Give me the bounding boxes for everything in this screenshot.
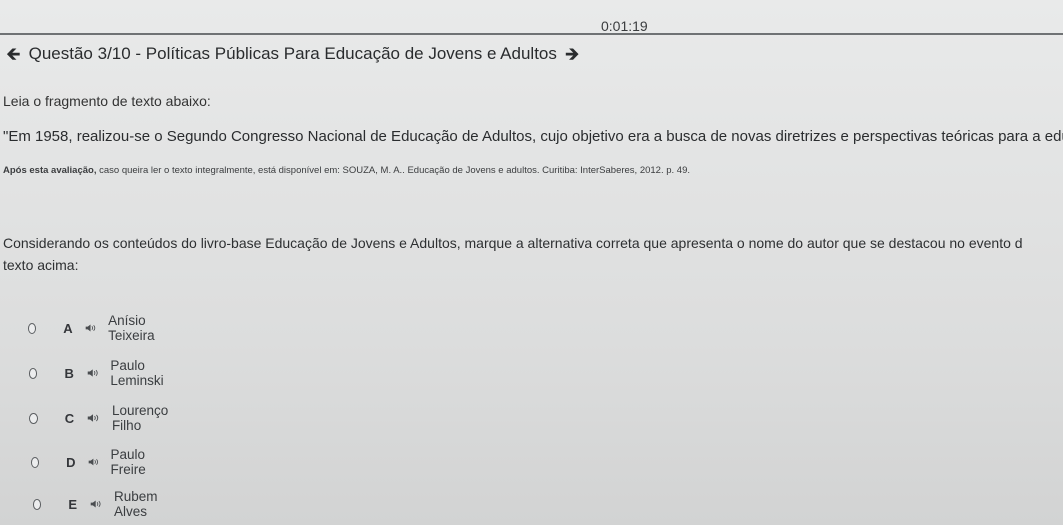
option-letter: C bbox=[64, 410, 75, 426]
speaker-icon[interactable] bbox=[87, 412, 104, 424]
option-b[interactable]: B Paulo Leminski bbox=[29, 358, 176, 388]
option-text: Rubem Alves bbox=[113, 489, 158, 519]
source-citation: Após esta avaliação, caso queira ler o t… bbox=[3, 165, 1063, 176]
question-header: 🡸 Questão 3/10 - Políticas Públicas Para… bbox=[6, 44, 580, 64]
option-letter: E bbox=[68, 496, 78, 512]
option-a[interactable]: A Anísio Teixeira bbox=[28, 313, 169, 343]
question-line-1: Considerando os conteúdos do livro-base … bbox=[3, 235, 1023, 251]
source-rest: caso queira ler o texto integralmente, e… bbox=[96, 165, 691, 176]
option-text: Anísio Teixeira bbox=[108, 313, 155, 343]
arrow-left-icon[interactable]: 🡸 bbox=[6, 45, 21, 63]
radio-button[interactable] bbox=[33, 498, 42, 510]
question-line-2: texto acima: bbox=[3, 257, 79, 273]
option-c[interactable]: C Lourenço Filho bbox=[29, 403, 179, 433]
speaker-icon[interactable] bbox=[88, 456, 103, 468]
option-text: Paulo Leminski bbox=[110, 358, 164, 388]
radio-button[interactable] bbox=[31, 456, 40, 468]
speaker-icon[interactable] bbox=[90, 498, 106, 510]
option-letter: D bbox=[66, 454, 76, 470]
option-letter: B bbox=[64, 365, 74, 381]
prompt-label: Leia o fragmento de texto abaixo: bbox=[3, 93, 211, 109]
radio-button[interactable] bbox=[28, 322, 37, 334]
option-d[interactable]: D Paulo Freire bbox=[31, 447, 160, 477]
source-bold: Após esta avaliação, bbox=[3, 165, 97, 176]
question-title: Questão 3/10 - Políticas Públicas Para E… bbox=[28, 44, 557, 63]
question-text: Considerando os conteúdos do livro-base … bbox=[3, 232, 1063, 276]
option-text: Paulo Freire bbox=[110, 447, 146, 477]
radio-button[interactable] bbox=[29, 367, 38, 379]
option-text: Lourenço Filho bbox=[111, 403, 169, 433]
speaker-icon[interactable] bbox=[87, 367, 103, 379]
header-divider bbox=[0, 33, 1063, 35]
timer: 0:01:19 bbox=[601, 18, 648, 34]
arrow-right-icon[interactable]: 🡺 bbox=[565, 45, 580, 63]
option-letter: A bbox=[63, 320, 73, 336]
speaker-icon[interactable] bbox=[85, 322, 100, 334]
quote-text: "Em 1958, realizou-se o Segundo Congress… bbox=[3, 128, 1063, 145]
radio-button[interactable] bbox=[29, 412, 38, 424]
option-e[interactable]: E Rubem Alves bbox=[33, 489, 171, 519]
